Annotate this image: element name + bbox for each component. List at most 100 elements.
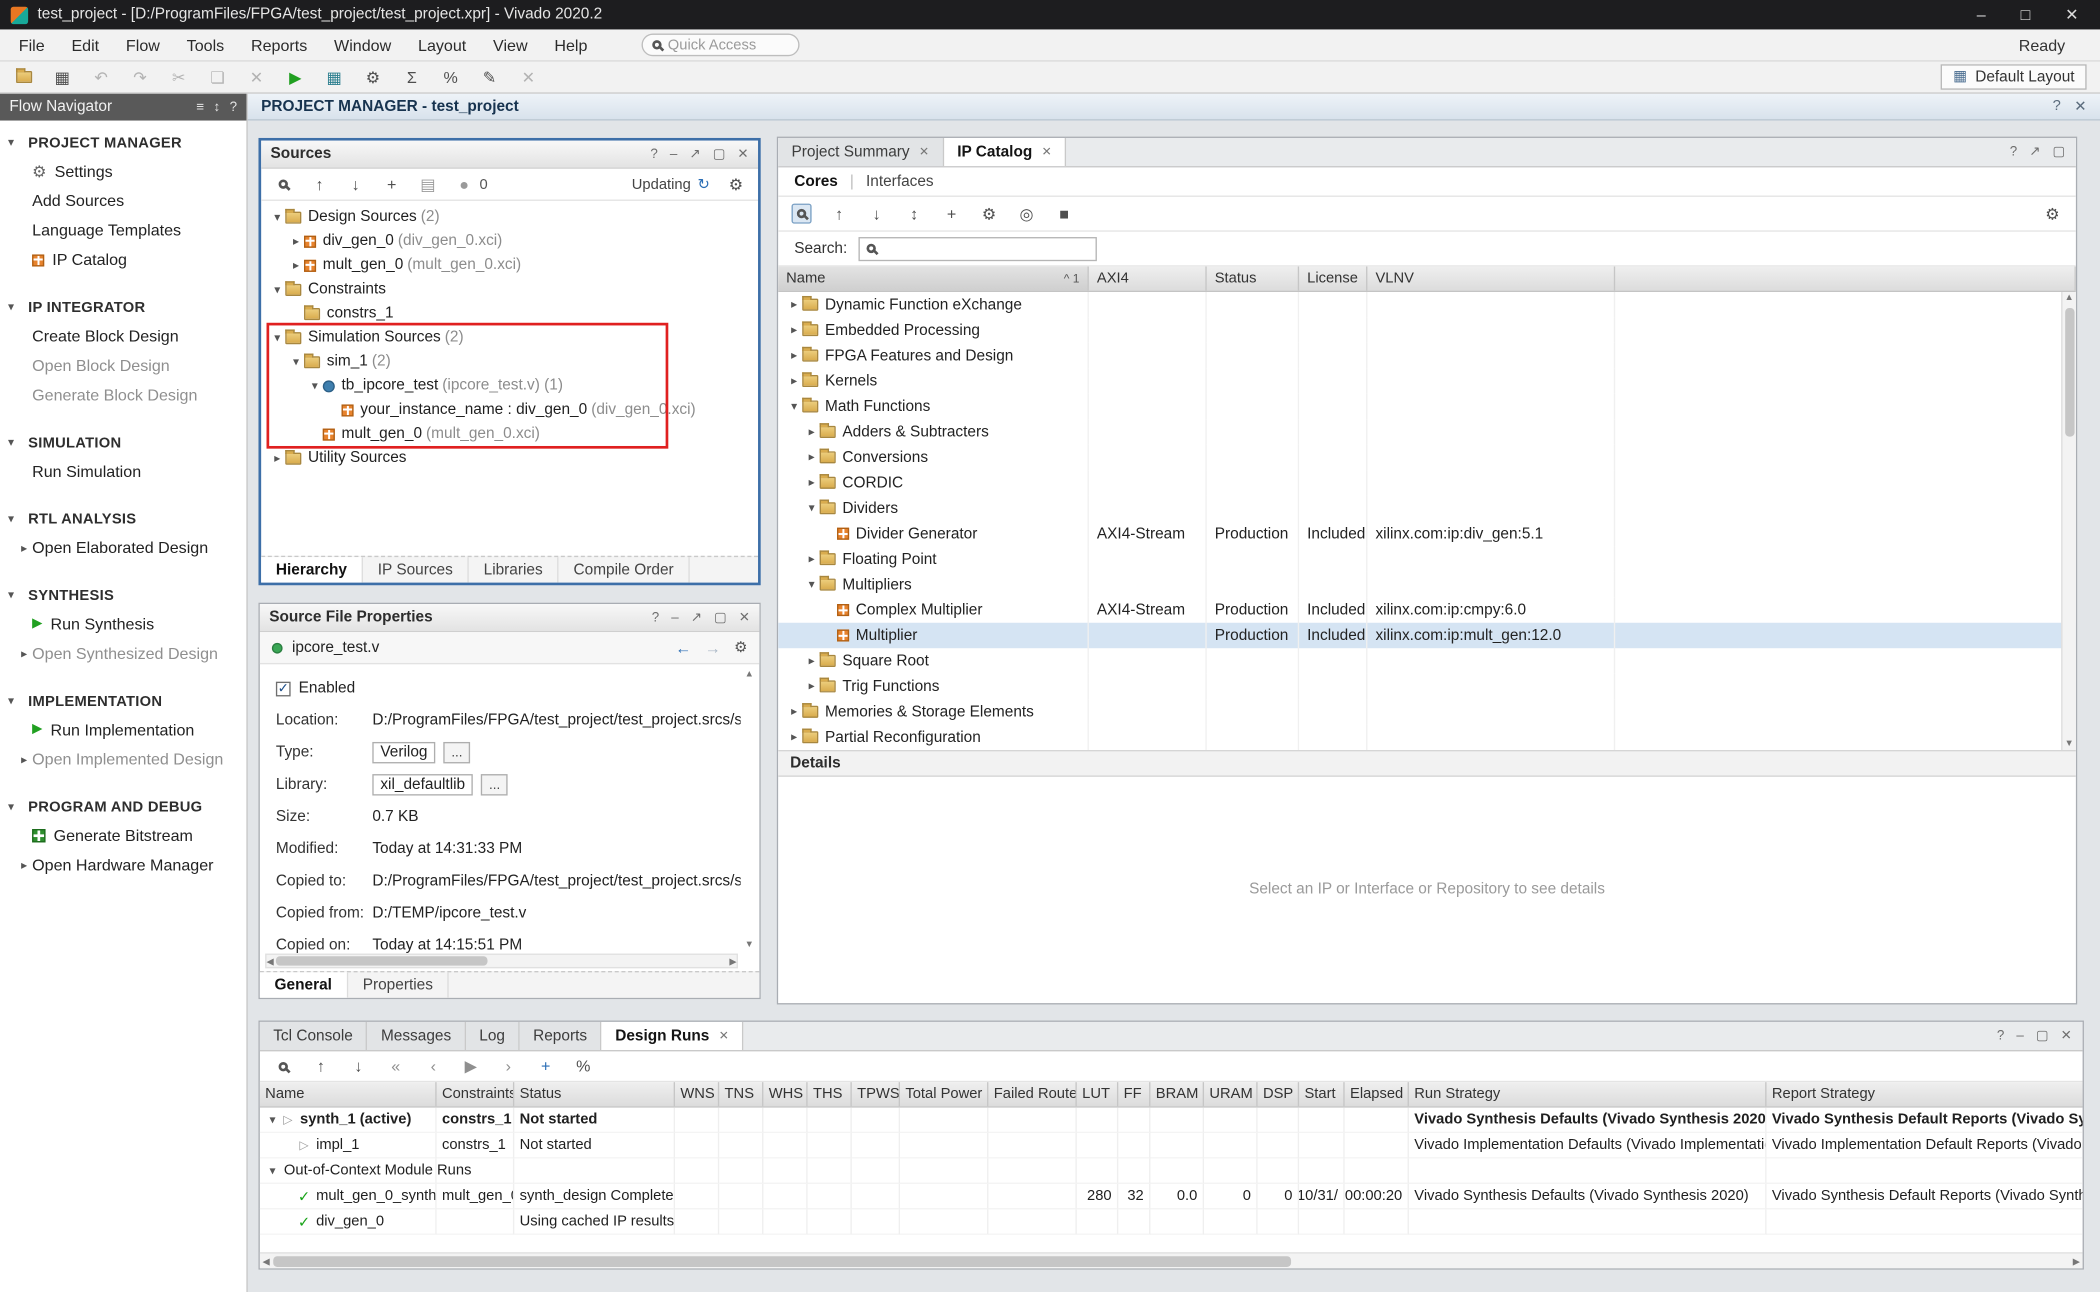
close-icon[interactable]: ✕ xyxy=(2061,1029,2072,1044)
ip-catalog-searchbox[interactable] xyxy=(858,236,1096,260)
search-icon[interactable] xyxy=(273,174,293,194)
expander-closed-icon[interactable]: ▸ xyxy=(804,654,820,669)
expander-open-icon[interactable]: ▾ xyxy=(804,577,820,592)
prev-icon[interactable]: ‹ xyxy=(423,1056,443,1076)
properties-settings-icon[interactable]: ⚙ xyxy=(734,638,747,657)
ellipsis-button[interactable]: ... xyxy=(481,774,508,795)
catalog-row-complex-multiplier[interactable]: Complex MultiplierAXI4-StreamProductionI… xyxy=(778,597,2076,622)
layout-select[interactable]: ▦ Default Layout xyxy=(1941,64,2086,89)
catalog-row-embedded-processing[interactable]: ▸Embedded Processing xyxy=(778,317,2076,342)
sources-tab-hierarchy[interactable]: Hierarchy xyxy=(261,557,363,582)
catalog-row-divider-generator[interactable]: Divider GeneratorAXI4-StreamProductionIn… xyxy=(778,521,2076,546)
catalog-row-square-root[interactable]: ▸Square Root xyxy=(778,648,2076,673)
sources-tab-libraries[interactable]: Libraries xyxy=(469,557,559,582)
flownav-item-ip-catalog[interactable]: IP Catalog xyxy=(0,245,246,274)
flownav-section-implementation[interactable]: ▾IMPLEMENTATION xyxy=(0,687,246,715)
expander-closed-icon[interactable]: ▸ xyxy=(786,348,802,363)
copy-icon[interactable]: ❏ xyxy=(208,67,228,87)
ellipsis-button[interactable]: ... xyxy=(444,742,471,763)
tree-row-your-instance-name-div-gen-0[interactable]: your_instance_name : div_gen_0 (div_gen_… xyxy=(261,398,758,422)
column-header-ff[interactable]: FF xyxy=(1118,1082,1150,1106)
help-icon[interactable]: ? xyxy=(650,147,657,162)
quick-access-search[interactable]: Quick Access xyxy=(641,33,799,56)
minimize-icon[interactable]: – xyxy=(670,147,677,162)
expander-open-icon[interactable]: ▾ xyxy=(269,210,285,225)
flownav-item-run-implementation[interactable]: ▶Run Implementation xyxy=(0,715,246,744)
close-icon[interactable]: ✕ xyxy=(518,67,538,87)
column-header-wns[interactable]: WNS xyxy=(675,1082,719,1106)
flownav-section-project-manager[interactable]: ▾PROJECT MANAGER xyxy=(0,129,246,157)
menu-item-help[interactable]: Help xyxy=(541,29,601,60)
flownav-item-run-synthesis[interactable]: ▶Run Synthesis xyxy=(0,609,246,638)
restore-hierarchy-icon[interactable]: ↕ xyxy=(904,204,924,224)
open-icon[interactable] xyxy=(13,67,33,87)
catalog-subtab-cores[interactable]: Cores xyxy=(794,173,838,189)
float-icon[interactable]: ↗ xyxy=(691,610,702,625)
ip-catalog-search-input[interactable] xyxy=(882,240,1088,256)
expander-open-icon[interactable]: ▾ xyxy=(804,501,820,516)
design-runs-horizontal-scrollbar[interactable]: ◀▶ xyxy=(260,1252,2083,1268)
expander-closed-icon[interactable]: ▸ xyxy=(786,704,802,719)
column-header-axi4[interactable]: AXI4 xyxy=(1089,267,1207,291)
catalog-row-cordic[interactable]: ▸CORDIC xyxy=(778,470,2076,495)
menu-item-flow[interactable]: Flow xyxy=(113,29,174,60)
bottom-tab-messages[interactable]: Messages xyxy=(368,1022,466,1050)
undo-icon[interactable]: ↶ xyxy=(91,67,111,87)
expander-closed-icon[interactable]: ▸ xyxy=(804,425,820,440)
help-icon[interactable]: ? xyxy=(652,610,659,625)
catalog-row-dividers[interactable]: ▾Dividers xyxy=(778,496,2076,521)
menu-item-edit[interactable]: Edit xyxy=(58,29,112,60)
search-icon[interactable] xyxy=(792,204,812,224)
column-header-elapsed[interactable]: Elapsed xyxy=(1345,1082,1409,1106)
expander-closed-icon[interactable]: ▸ xyxy=(804,679,820,694)
expander-closed-icon[interactable]: ▸ xyxy=(786,323,802,338)
catalog-row-multiplier[interactable]: MultiplierProductionIncludedxilinx.com:i… xyxy=(778,623,2076,648)
flownav-section-simulation[interactable]: ▾SIMULATION xyxy=(0,429,246,457)
catalog-row-partial-reconfiguration[interactable]: ▸Partial Reconfiguration xyxy=(778,725,2076,750)
expander-open-icon[interactable]: ▾ xyxy=(269,330,285,345)
tree-row-constraints[interactable]: ▾Constraints xyxy=(261,277,758,301)
add-icon[interactable]: + xyxy=(536,1056,556,1076)
delete-icon[interactable]: ✕ xyxy=(246,67,266,87)
expander-closed-icon[interactable]: ▸ xyxy=(786,374,802,389)
column-header-status[interactable]: Status xyxy=(514,1082,675,1106)
flownav-item-open-hardware-manager[interactable]: ▸Open Hardware Manager xyxy=(0,850,246,879)
expander-open-icon[interactable]: ▾ xyxy=(265,1163,280,1178)
column-header-name[interactable]: Name^ 1 xyxy=(778,267,1089,291)
menu-item-layout[interactable]: Layout xyxy=(405,29,480,60)
flownav-resize-icon[interactable]: ↕ xyxy=(214,100,221,115)
bottom-tab-design-runs[interactable]: Design Runs✕ xyxy=(602,1022,744,1050)
flownav-section-ip-integrator[interactable]: ▾IP INTEGRATOR xyxy=(0,293,246,321)
run-row-div-gen-0[interactable]: ✓div_gen_0Using cached IP results xyxy=(260,1209,2083,1234)
close-icon[interactable]: ✕ xyxy=(737,147,748,162)
flownav-item-generate-bitstream[interactable]: Generate Bitstream xyxy=(0,821,246,850)
column-header-constraints[interactable]: Constraints xyxy=(437,1082,515,1106)
column-header-start[interactable]: Start xyxy=(1299,1082,1345,1106)
column-header-dsp[interactable]: DSP xyxy=(1258,1082,1300,1106)
catalog-row-conversions[interactable]: ▸Conversions xyxy=(778,445,2076,470)
float-icon[interactable]: ↗ xyxy=(2029,145,2040,160)
scrollbar-thumb[interactable] xyxy=(2065,308,2074,437)
flownav-item-open-synthesized-design[interactable]: ▸Open Synthesized Design xyxy=(0,639,246,668)
tree-row-constrs-1[interactable]: constrs_1 xyxy=(261,301,758,325)
run-row-out-of-context-module-runs[interactable]: ▾Out-of-Context Module Runs xyxy=(260,1158,2083,1183)
expand-all-icon[interactable]: ↓ xyxy=(348,1056,368,1076)
expander-closed-icon[interactable]: ▸ xyxy=(288,258,304,273)
expand-all-icon[interactable]: ↓ xyxy=(867,204,887,224)
cut-icon[interactable]: ✂ xyxy=(169,67,189,87)
tab-close-icon[interactable]: ✕ xyxy=(1042,145,1052,160)
catalog-row-kernels[interactable]: ▸Kernels xyxy=(778,368,2076,393)
float-icon[interactable]: ↗ xyxy=(689,147,700,162)
percent-icon[interactable]: % xyxy=(441,67,461,87)
column-header-total-power[interactable]: Total Power xyxy=(900,1082,988,1106)
column-header-bram[interactable]: BRAM xyxy=(1150,1082,1204,1106)
catalog-row-adders-subtracters[interactable]: ▸Adders & Subtracters xyxy=(778,419,2076,444)
flownav-item-generate-block-design[interactable]: Generate Block Design xyxy=(0,380,246,409)
column-header-lut[interactable]: LUT xyxy=(1077,1082,1119,1106)
flownav-item-open-implemented-design[interactable]: ▸Open Implemented Design xyxy=(0,745,246,774)
next-icon[interactable]: › xyxy=(498,1056,518,1076)
catalog-row-math-functions[interactable]: ▾Math Functions xyxy=(778,394,2076,419)
flownav-item-create-block-design[interactable]: Create Block Design xyxy=(0,321,246,350)
column-header-uram[interactable]: URAM xyxy=(1204,1082,1258,1106)
catalog-row-multipliers[interactable]: ▾Multipliers xyxy=(778,572,2076,597)
